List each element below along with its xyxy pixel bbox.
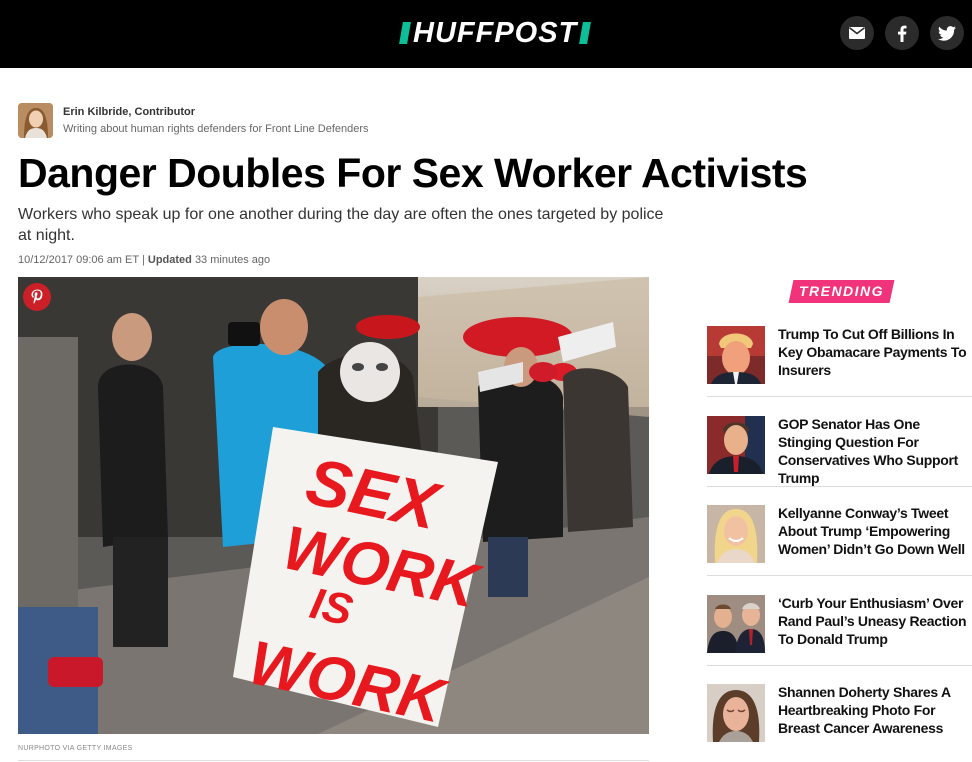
trending-item-2[interactable]: GOP Senator Has One Stinging Question Fo… [707,416,972,506]
timestamp-separator: | [141,254,145,266]
article-timestamp: 10/12/2017 09:06 am ET | Updated 33 minu… [18,254,270,266]
share-email-button[interactable] [840,16,874,50]
logo-text: HUFFPOST [413,17,578,49]
trending-title[interactable]: ‘Curb Your Enthusiasm’ Over Rand Paul’s … [778,594,972,648]
share-facebook-button[interactable] [885,16,919,50]
trending-thumbnail[interactable] [707,416,765,474]
envelope-icon [849,27,865,39]
trending-divider [707,486,972,487]
trending-divider [707,575,972,576]
trending-thumbnail[interactable] [707,595,765,653]
pinterest-save-button[interactable] [23,283,51,311]
trending-title[interactable]: Shannen Doherty Shares A Heartbreaking P… [778,683,972,737]
twitter-icon [938,25,956,41]
trending-label: TRENDING [798,283,885,299]
trending-item-3[interactable]: Kellyanne Conway’s Tweet About Trump ‘Em… [707,505,972,595]
share-twitter-button[interactable] [930,16,964,50]
trending-item-1[interactable]: Trump To Cut Off Billions In Key Obamaca… [707,326,972,416]
updated-label: Updated [147,254,192,266]
trending-thumbnail[interactable] [707,684,765,742]
trending-item-5[interactable]: Shannen Doherty Shares A Heartbreaking P… [707,684,972,762]
pinterest-icon [31,289,43,304]
author-name[interactable]: Erin Kilbride, Contributor [63,106,195,118]
article-headline: Danger Doubles For Sex Worker Activists [18,150,808,196]
trending-divider [707,396,972,397]
trending-title[interactable]: Trump To Cut Off Billions In Key Obamaca… [778,325,972,379]
article-hero-photo[interactable]: SEX WORK IS WORK [18,277,649,734]
trending-item-4[interactable]: ‘Curb Your Enthusiasm’ Over Rand Paul’s … [707,595,972,685]
trending-title[interactable]: GOP Senator Has One Stinging Question Fo… [778,415,972,487]
facebook-icon [898,25,907,42]
article-dek: Workers who speak up for one another dur… [18,206,664,244]
trending-thumbnail[interactable] [707,505,765,563]
photo-divider [18,760,649,761]
trending-thumbnail[interactable] [707,326,765,384]
trending-title[interactable]: Kellyanne Conway’s Tweet About Trump ‘Em… [778,504,972,558]
trending-divider [707,665,972,666]
huffpost-logo[interactable]: HUFFPOST [399,17,592,49]
author-description: Writing about human rights defenders for… [63,123,369,135]
updated-ago: 33 minutes ago [194,254,271,266]
publish-date: 10/12/2017 09:06 am ET [18,254,139,266]
photo-credit: NURPHOTO VIA GETTY IMAGES [18,745,133,752]
author-avatar[interactable] [18,103,53,138]
